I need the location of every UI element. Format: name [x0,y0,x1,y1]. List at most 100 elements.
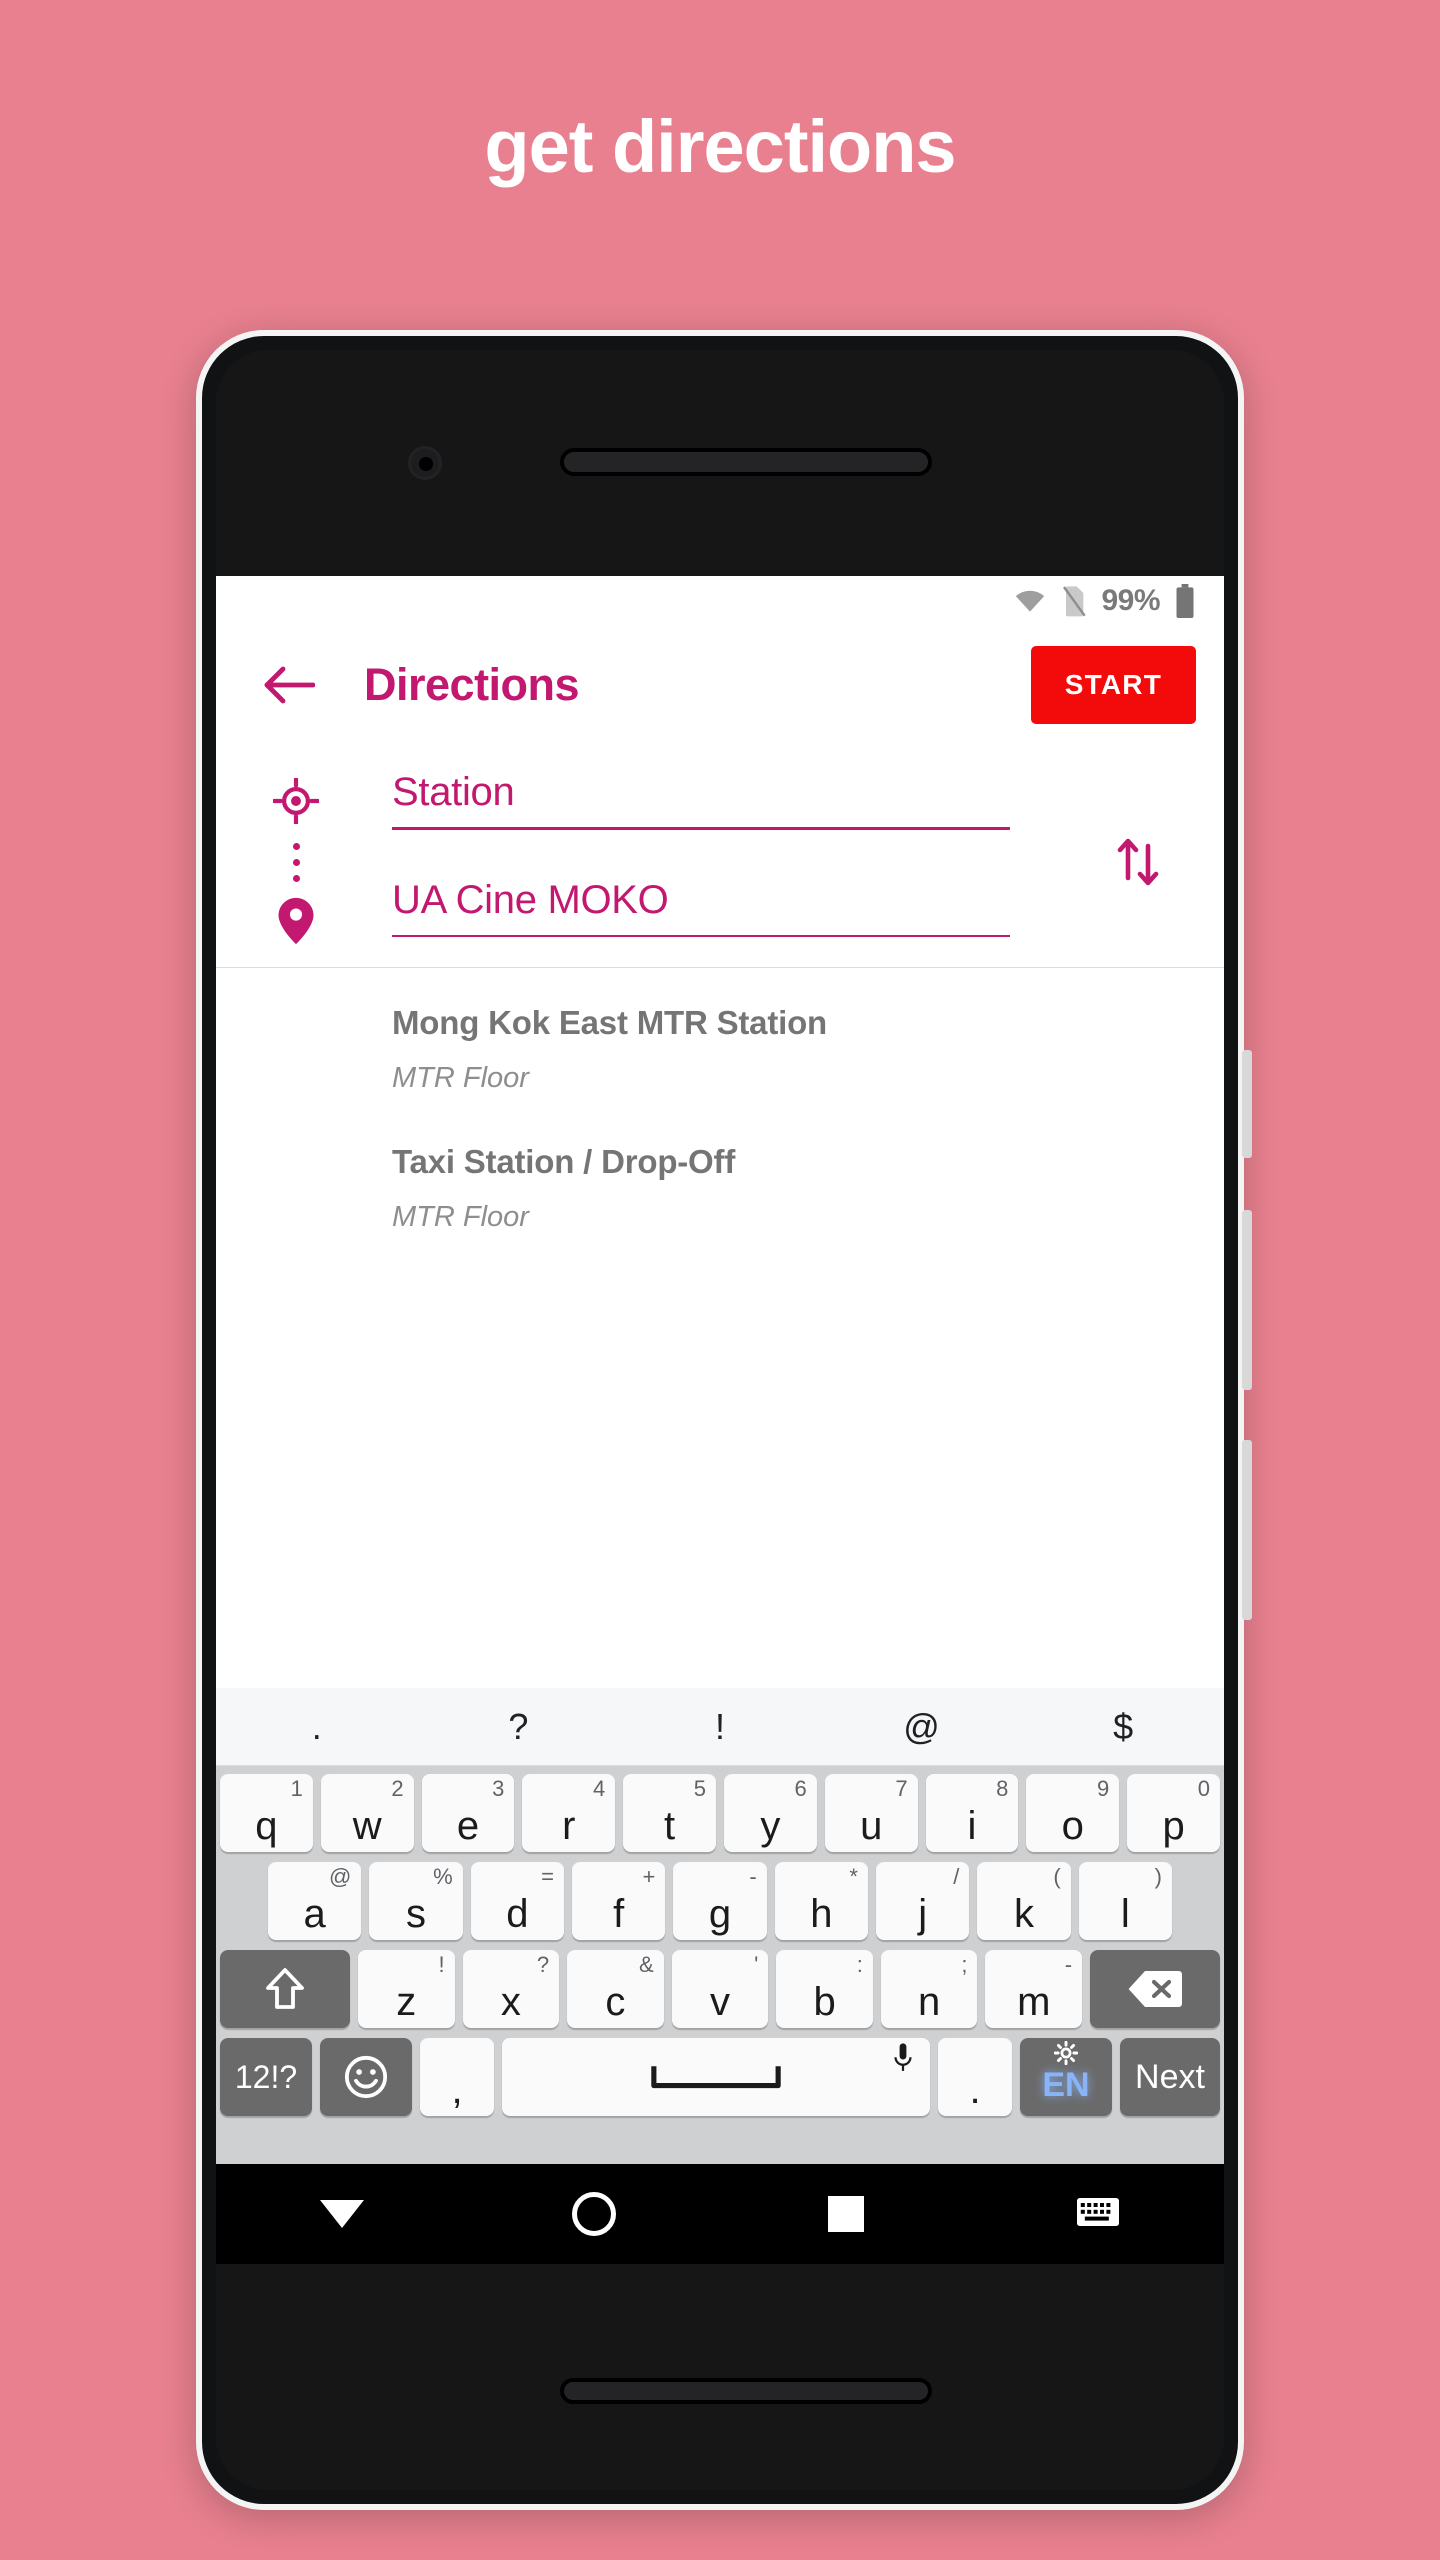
phone-top-bezel [216,350,1224,576]
phone-bottom-bezel [216,2264,1224,2490]
bottom-speaker [560,2378,932,2404]
key-sup: 5 [693,1776,706,1801]
gear-icon [1053,2040,1079,2070]
no-sim-icon [1061,585,1087,617]
key-l[interactable]: ) l [1078,1862,1172,1940]
microphone-icon[interactable] [892,2042,914,2081]
key-k[interactable]: (k [977,1862,1071,1940]
nav-back-button[interactable] [216,2200,468,2228]
list-item[interactable]: Mong Kok East MTR Station MTR Floor [216,1004,1224,1095]
key-sup: + [642,1864,656,1889]
key-sup: : [856,1952,863,1977]
key-v[interactable]: ' v [671,1950,769,2028]
key-r[interactable]: 4r [522,1774,616,1852]
key-sup: % [433,1864,453,1889]
key-label: u [860,1804,883,1848]
key-q[interactable]: 1q [220,1774,313,1852]
battery-percent-label: 99% [1101,584,1160,617]
origin-field[interactable]: Station [392,770,1010,830]
key-label: a [303,1892,326,1936]
key-sup: - [749,1864,757,1889]
emoji-smiley-icon[interactable] [320,2038,412,2116]
key-a[interactable]: @ a [268,1862,362,1940]
key-label: h [810,1892,833,1936]
list-item[interactable]: Taxi Station / Drop-Off MTR Floor [216,1143,1224,1234]
key-sup: 4 [592,1776,606,1801]
recents-square-icon [828,2196,864,2232]
suggestion-symbol-4[interactable]: $ [1022,1706,1224,1748]
keyboard-row-3: ! z ? x & c ' v :b ; n -m [216,1950,1224,2028]
shift-arrow-icon[interactable] [219,1950,350,2028]
nav-home-button[interactable] [468,2192,720,2236]
start-button[interactable]: START [1030,646,1196,724]
key-label: m [1017,1980,1051,2024]
origin-value: Station [392,770,515,814]
key-y[interactable]: 6y [724,1774,817,1852]
key-p[interactable]: 0p [1127,1774,1220,1852]
key-label: o [1061,1804,1084,1848]
swap-vertical-icon[interactable] [1106,830,1170,894]
key-f[interactable]: + f [572,1862,666,1940]
key-c[interactable]: & c [567,1950,664,2028]
key-b[interactable]: :b [776,1950,873,2028]
key-z[interactable]: ! z [357,1950,455,2028]
keyboard-row-2: @ a % s = d + f -g * h / j (k ) l [216,1862,1224,1940]
language-switch-key[interactable]: EN [1020,2038,1112,2116]
key-label: s [406,1892,426,1936]
key-n[interactable]: ; n [880,1950,978,2028]
route-fields: Station UA Cine MOKO [392,770,1010,937]
destination-field[interactable]: UA Cine MOKO [392,878,1010,937]
next-label: Next [1135,2057,1205,2096]
key-sup: 1 [290,1776,303,1801]
back-arrow-icon[interactable] [260,656,318,714]
key-label: , [451,2068,463,2112]
key-comma[interactable]: , [420,2038,494,2116]
symbols-toggle-label: 12!? [234,2058,298,2095]
key-label: e [456,1804,480,1848]
phone-volume-up-button [1242,1210,1252,1390]
key-label: l [1120,1892,1130,1936]
key-t[interactable]: 5t [623,1774,716,1852]
home-circle-icon [572,2192,616,2236]
key-o[interactable]: 9o [1026,1774,1120,1852]
key-e[interactable]: 3e [421,1774,515,1852]
key-x[interactable]: ? x [462,1950,560,2028]
key-label: v [710,1980,730,2024]
phone-side-button-top [1242,1050,1252,1158]
suggestion-symbol-1[interactable]: ? [418,1706,620,1748]
key-s[interactable]: % s [369,1862,463,1940]
key-label: j [918,1892,928,1936]
key-w[interactable]: 2w [320,1774,414,1852]
destination-value: UA Cine MOKO [392,878,669,922]
suggestion-subtitle: MTR Floor [392,1201,529,1233]
key-sup: & [639,1952,654,1977]
key-sup: - [1064,1952,1073,1977]
backspace-icon[interactable] [1090,1950,1221,2028]
key-g[interactable]: -g [673,1862,767,1940]
symbols-toggle-key[interactable]: 12!? [220,2038,312,2116]
key-label: g [708,1892,732,1936]
phone-frame: 99% Directions START Station UA Cine MOK… [196,330,1252,2510]
key-label: w [352,1804,382,1848]
key-j[interactable]: / j [875,1862,970,1940]
battery-full-icon [1174,584,1196,618]
front-camera-icon [408,446,442,480]
nav-keyboard-button[interactable] [972,2197,1224,2232]
suggestion-symbol-2[interactable]: ! [619,1706,821,1748]
suggestion-symbol-3[interactable]: @ [821,1706,1023,1748]
space-bar-icon[interactable] [502,2038,930,2116]
suggestion-symbol-0[interactable]: . [216,1706,418,1748]
key-i[interactable]: 8i [925,1774,1019,1852]
key-d[interactable]: = d [470,1862,564,1940]
key-label: z [396,1980,417,2024]
key-m[interactable]: -m [985,1950,1083,2028]
next-key[interactable]: Next [1120,2038,1220,2116]
key-period[interactable]: . [938,2038,1012,2116]
key-u[interactable]: 7u [824,1774,918,1852]
key-sup: ; [961,1952,968,1977]
nav-recents-button[interactable] [720,2196,972,2232]
route-icon-column [268,776,324,951]
phone-volume-down-button [1242,1440,1252,1620]
key-h[interactable]: * h [774,1862,868,1940]
key-sup: 7 [895,1776,908,1801]
